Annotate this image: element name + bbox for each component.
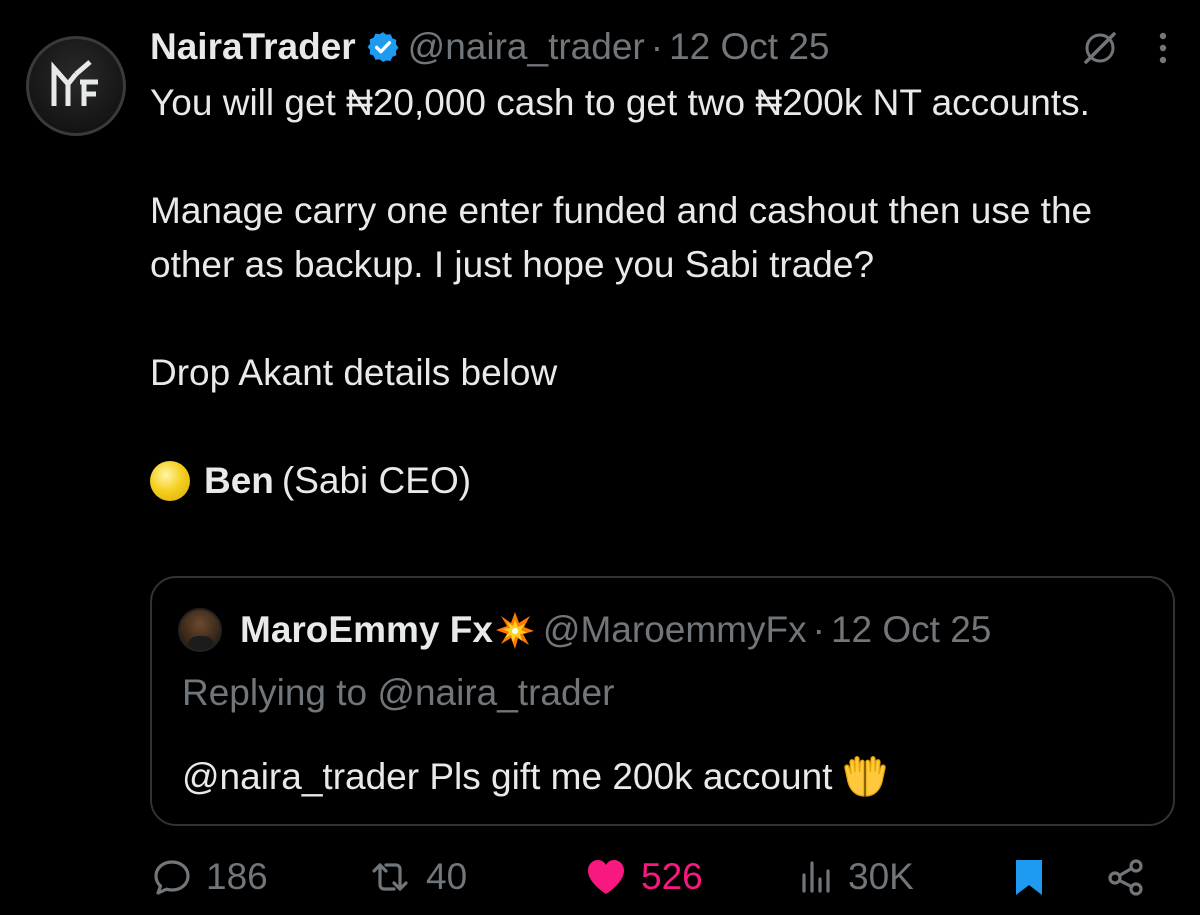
repost-count: 40 bbox=[426, 856, 468, 897]
tweet-paragraph: You will get ₦20,000 cash to get two ₦20… bbox=[150, 82, 1090, 123]
quoted-tweet-text: @naira_trader Pls gift me 200k account bbox=[182, 756, 833, 797]
header-actions bbox=[1080, 28, 1170, 77]
like-button[interactable]: 526 bbox=[585, 850, 703, 904]
repost-button[interactable]: 40 bbox=[368, 850, 467, 904]
palms-up-together-icon bbox=[842, 754, 888, 800]
tweet-body: You will get ₦20,000 cash to get two ₦20… bbox=[150, 76, 1160, 508]
collision-icon bbox=[495, 610, 535, 650]
quoted-author-handle: @MaroemmyFx bbox=[542, 609, 807, 650]
more-icon[interactable] bbox=[1156, 30, 1170, 75]
signature-title: (Sabi CEO) bbox=[281, 460, 472, 501]
signature-name: Ben bbox=[204, 460, 274, 501]
reply-button[interactable]: 186 bbox=[152, 850, 268, 904]
naira-trader-logo-icon bbox=[51, 60, 98, 106]
quoted-separator: · bbox=[812, 609, 825, 650]
share-button[interactable] bbox=[1106, 850, 1146, 904]
header-separator: · bbox=[650, 26, 664, 67]
reply-count: 186 bbox=[206, 856, 268, 897]
grok-icon[interactable] bbox=[1080, 28, 1120, 77]
quoted-author-name: MaroEmmy Fx bbox=[240, 609, 493, 650]
share-icon bbox=[1106, 857, 1146, 897]
replying-to-label: Replying to @naira_trader bbox=[182, 672, 615, 713]
reply-icon bbox=[152, 857, 192, 897]
author-avatar[interactable] bbox=[26, 36, 126, 136]
quoted-tweet-card[interactable]: MaroEmmy Fx @MaroemmyFx · 12 Oct 25 Repl… bbox=[150, 576, 1175, 826]
quoted-tweet-header: MaroEmmy Fx @MaroemmyFx · 12 Oct 25 bbox=[178, 608, 991, 652]
views-button[interactable]: 30K bbox=[800, 850, 914, 904]
repost-icon bbox=[368, 857, 412, 897]
tweet-paragraph: Drop Akant details below bbox=[150, 352, 558, 393]
quoted-author-avatar bbox=[178, 608, 222, 652]
like-count: 526 bbox=[641, 856, 703, 897]
heart-icon bbox=[585, 857, 627, 897]
tweet-header: NairaTrader @naira_trader · 12 Oct 25 bbox=[150, 22, 1180, 72]
tweet-action-bar: 186 40 526 30K bbox=[150, 850, 1150, 904]
author-display-name[interactable]: NairaTrader bbox=[150, 26, 356, 68]
tweet-paragraph: Manage carry one enter funded and cashou… bbox=[150, 190, 1093, 285]
author-handle[interactable]: @naira_trader bbox=[408, 26, 645, 68]
yellow-circle-icon bbox=[150, 461, 190, 501]
views-count: 30K bbox=[848, 856, 914, 897]
quoted-tweet-text-row: @naira_trader Pls gift me 200k account bbox=[182, 754, 888, 800]
bookmark-icon bbox=[1012, 857, 1046, 897]
tweet-date[interactable]: 12 Oct 25 bbox=[669, 26, 829, 68]
verified-badge-icon bbox=[366, 30, 400, 64]
tweet-signature: Ben (Sabi CEO) bbox=[150, 454, 1160, 508]
bookmark-button[interactable] bbox=[1012, 850, 1046, 904]
views-icon bbox=[800, 857, 834, 897]
quoted-date: 12 Oct 25 bbox=[830, 609, 992, 650]
